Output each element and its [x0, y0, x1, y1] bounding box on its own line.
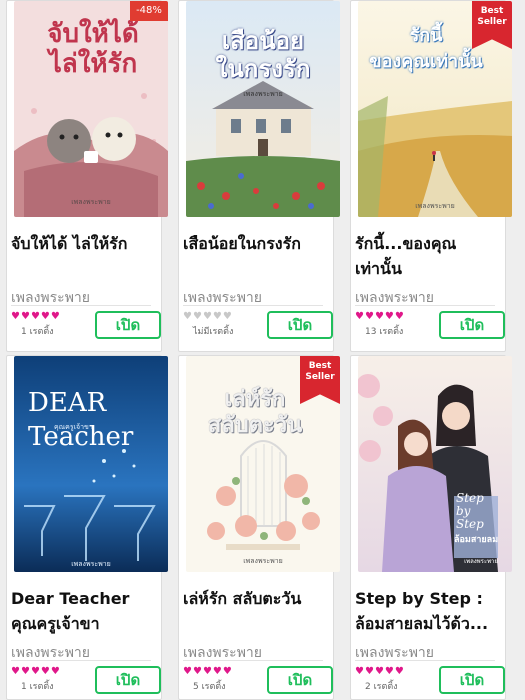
heart-icon: ♥ — [355, 311, 364, 322]
book-card[interactable]: DEAR Teacher คุณครูเจ้าขา เพลงพระพาย Dea… — [6, 355, 168, 700]
cover-title: เสือน้อย ในกรงรัก — [215, 26, 311, 83]
cover-author: เพลงพระพาย — [243, 90, 283, 98]
heart-icon: ♥ — [183, 666, 192, 677]
rating-hearts: ♥♥♥♥♥ — [183, 666, 233, 677]
cover-author: เพลงพระพาย — [243, 557, 283, 565]
heart-icon: ♥ — [222, 311, 232, 322]
book-card[interactable]: เล่ห์รัก สลับตะวัน เพลงพระพาย Best Selle… — [178, 355, 340, 700]
open-button[interactable]: เปิด — [439, 666, 505, 694]
heart-icon: ♥ — [384, 311, 394, 322]
heart-icon: ♥ — [50, 666, 60, 677]
heart-icon: ♥ — [374, 666, 384, 677]
heart-icon: ♥ — [183, 311, 192, 322]
heart-icon: ♥ — [20, 666, 30, 677]
divider — [183, 305, 323, 306]
cover-author: เพลงพระพาย — [71, 198, 111, 206]
rating-hearts: ♥♥♥♥♥ — [355, 311, 405, 322]
book-card[interactable]: Step by Step ล้อมสายลม เพลงพระพาย Step b… — [350, 355, 512, 700]
heart-icon: ♥ — [355, 666, 364, 677]
rating-count: ไม่มีเรตติ้ง — [193, 327, 234, 337]
heart-icon: ♥ — [212, 666, 222, 677]
discount-badge: -48% — [130, 1, 168, 21]
heart-icon: ♥ — [364, 666, 374, 677]
cover-author: เพลงพระพาย — [464, 558, 498, 565]
book-cover[interactable]: จับให้ได้ ไล่ให้รัก เพลงพระพาย -48% — [14, 1, 168, 217]
open-button[interactable]: เปิด — [267, 311, 333, 339]
book-title[interactable]: จับให้ได้ ไล่ให้รัก — [11, 231, 161, 256]
cover-author: เพลงพระพาย — [71, 560, 111, 568]
book-card[interactable]: เสือน้อย ในกรงรัก เพลงพระพาย เสือน้อยในก… — [178, 0, 340, 352]
cover-title: DEAR Teacher — [28, 388, 134, 452]
open-button[interactable]: เปิด — [267, 666, 333, 694]
heart-icon: ♥ — [384, 666, 394, 677]
heart-icon: ♥ — [212, 311, 222, 322]
cover-title: จับให้ได้ ไล่ให้รัก — [47, 19, 139, 79]
book-card[interactable]: รักนี้ ของคุณเท่านั้น เพลงพระพาย Best Se… — [350, 0, 512, 352]
book-title[interactable]: เล่ห์รัก สลับตะวัน — [183, 586, 333, 611]
heart-icon: ♥ — [202, 311, 212, 322]
rating-count: 2 เรตติ้ง — [365, 682, 398, 692]
rating-hearts: ♥♥♥♥♥ — [11, 666, 61, 677]
heart-icon: ♥ — [394, 666, 404, 677]
divider — [183, 660, 323, 661]
heart-icon: ♥ — [222, 666, 232, 677]
book-grid: จับให้ได้ ไล่ให้รัก เพลงพระพาย -48% จับใ… — [0, 0, 525, 700]
rating-count: 1 เรตติ้ง — [21, 327, 54, 337]
book-title[interactable]: Step by Step : ล้อมสายลมไว้ด้ว... — [355, 586, 505, 636]
rating-hearts: ♥♥♥♥♥ — [11, 311, 61, 322]
heart-icon: ♥ — [40, 666, 50, 677]
heart-icon: ♥ — [11, 666, 20, 677]
heart-icon: ♥ — [40, 311, 50, 322]
book-title[interactable]: เสือน้อยในกรงรัก — [183, 231, 333, 256]
book-cover[interactable]: DEAR Teacher คุณครูเจ้าขา เพลงพระพาย — [14, 356, 168, 572]
book-card[interactable]: จับให้ได้ ไล่ให้รัก เพลงพระพาย -48% จับใ… — [6, 0, 168, 352]
rating-count: 13 เรตติ้ง — [365, 327, 404, 337]
heart-icon: ♥ — [364, 311, 374, 322]
heart-icon: ♥ — [394, 311, 404, 322]
heart-icon: ♥ — [20, 311, 30, 322]
rating-hearts: ♥♥♥♥♥ — [183, 311, 233, 322]
divider — [11, 305, 151, 306]
rating-hearts: ♥♥♥♥♥ — [355, 666, 405, 677]
heart-icon: ♥ — [374, 311, 384, 322]
heart-icon: ♥ — [192, 666, 202, 677]
heart-icon: ♥ — [192, 311, 202, 322]
heart-icon: ♥ — [30, 311, 40, 322]
cover-author: เพลงพระพาย — [415, 202, 455, 210]
heart-icon: ♥ — [50, 311, 60, 322]
heart-icon: ♥ — [30, 666, 40, 677]
heart-icon: ♥ — [11, 311, 20, 322]
book-cover[interactable]: เสือน้อย ในกรงรัก เพลงพระพาย — [186, 1, 340, 217]
cover-subtitle: คุณครูเจ้าขา — [54, 423, 93, 431]
rating-count: 1 เรตติ้ง — [21, 682, 54, 692]
heart-icon: ♥ — [202, 666, 212, 677]
book-cover[interactable]: รักนี้ ของคุณเท่านั้น เพลงพระพาย Best Se… — [358, 1, 512, 217]
open-button[interactable]: เปิด — [95, 311, 161, 339]
cover-subtitle: ล้อมสายลม — [454, 535, 499, 545]
cover-title: Step by Step — [456, 491, 484, 531]
rating-count: 5 เรตติ้ง — [193, 682, 226, 692]
divider — [355, 305, 495, 306]
book-cover[interactable]: Step by Step ล้อมสายลม เพลงพระพาย — [358, 356, 512, 572]
divider — [355, 660, 495, 661]
open-button[interactable]: เปิด — [95, 666, 161, 694]
cover-title: รักนี้ ของคุณเท่านั้น — [369, 25, 483, 72]
divider — [11, 660, 151, 661]
book-title[interactable]: Dear Teacher คุณครูเจ้าขา — [11, 586, 161, 636]
book-cover[interactable]: เล่ห์รัก สลับตะวัน เพลงพระพาย Best Selle… — [186, 356, 340, 572]
book-title[interactable]: รักนี้...ของคุณ เท่านั้น — [355, 231, 505, 281]
open-button[interactable]: เปิด — [439, 311, 505, 339]
